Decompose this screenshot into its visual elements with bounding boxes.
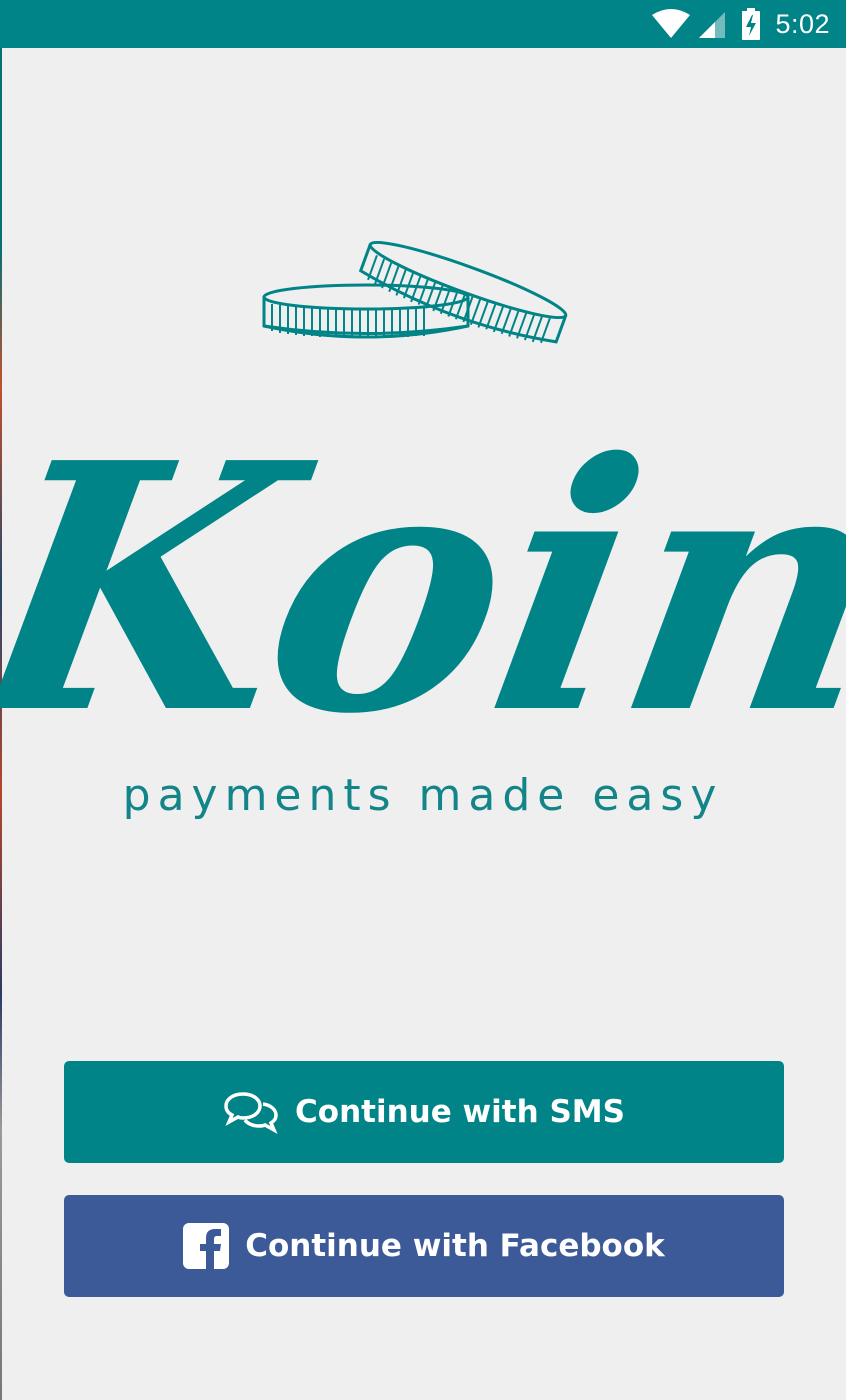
tagline: payments made easy [122,770,724,821]
battery-charging-icon [741,8,761,40]
status-time: 5:02 [775,9,830,39]
status-bar: 5:02 [0,0,846,48]
wifi-icon [651,9,691,39]
facebook-icon [183,1223,230,1269]
status-icons: 5:02 [651,0,846,48]
coins-icon [262,240,568,344]
continue-sms-button[interactable]: Continue with SMS [64,1061,784,1163]
signal-icon [697,9,727,39]
continue-facebook-button[interactable]: Continue with Facebook [64,1195,784,1297]
continue-sms-label: Continue with SMS [295,1094,625,1130]
continue-facebook-label: Continue with Facebook [245,1228,665,1264]
chat-bubbles-icon [223,1090,279,1134]
app-logo: Koin [0,200,846,780]
logo-wordmark: Koin [0,388,846,780]
